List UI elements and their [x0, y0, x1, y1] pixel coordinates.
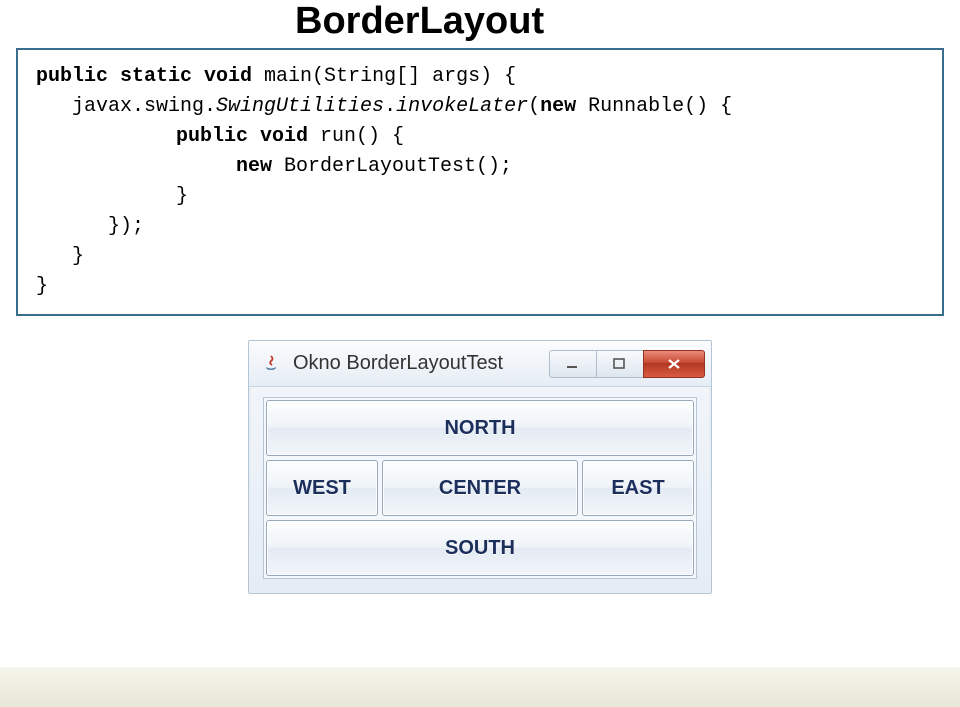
south-button[interactable]: SOUTH	[266, 520, 694, 576]
code-keyword: public static void	[36, 65, 252, 88]
code-line: }	[36, 182, 924, 212]
code-line: });	[36, 212, 924, 242]
code-text: (	[528, 95, 540, 118]
code-text: main(String[] args) {	[252, 65, 516, 88]
java-icon	[259, 352, 283, 376]
code-line: }	[36, 272, 924, 302]
code-line: javax.swing.SwingUtilities.invokeLater(n…	[36, 92, 924, 122]
code-italic: invokeLater	[396, 95, 528, 118]
window-titlebar: Okno BorderLayoutTest	[249, 341, 711, 387]
maximize-button[interactable]	[596, 350, 644, 378]
slide-title: BorderLayout	[295, 0, 544, 43]
code-keyword: new	[540, 95, 576, 118]
demo-window: Okno BorderLayoutTest NORTH WEST CENTER …	[248, 340, 712, 594]
close-button[interactable]	[643, 350, 705, 378]
west-button[interactable]: WEST	[266, 460, 378, 516]
code-text: .	[384, 95, 396, 118]
code-keyword: new	[236, 155, 272, 178]
code-block: public static void main(String[] args) {…	[16, 48, 944, 316]
code-line: }	[36, 242, 924, 272]
code-text: BorderLayoutTest();	[272, 155, 512, 178]
code-line: new BorderLayoutTest();	[36, 152, 924, 182]
code-line: public void run() {	[36, 122, 924, 152]
center-button[interactable]: CENTER	[382, 460, 578, 516]
code-line: public static void main(String[] args) {	[36, 62, 924, 92]
window-content: NORTH WEST CENTER EAST SOUTH	[263, 397, 697, 579]
code-italic: SwingUtilities	[216, 95, 384, 118]
code-keyword: public void	[176, 125, 308, 148]
minimize-button[interactable]	[549, 350, 597, 378]
code-text: run() {	[308, 125, 404, 148]
code-text: Runnable() {	[576, 95, 732, 118]
code-text: javax.swing.	[72, 95, 216, 118]
window-controls	[550, 350, 705, 378]
east-button[interactable]: EAST	[582, 460, 694, 516]
north-button[interactable]: NORTH	[266, 400, 694, 456]
window-title-text: Okno BorderLayoutTest	[293, 352, 550, 375]
footer-strip	[0, 667, 960, 707]
